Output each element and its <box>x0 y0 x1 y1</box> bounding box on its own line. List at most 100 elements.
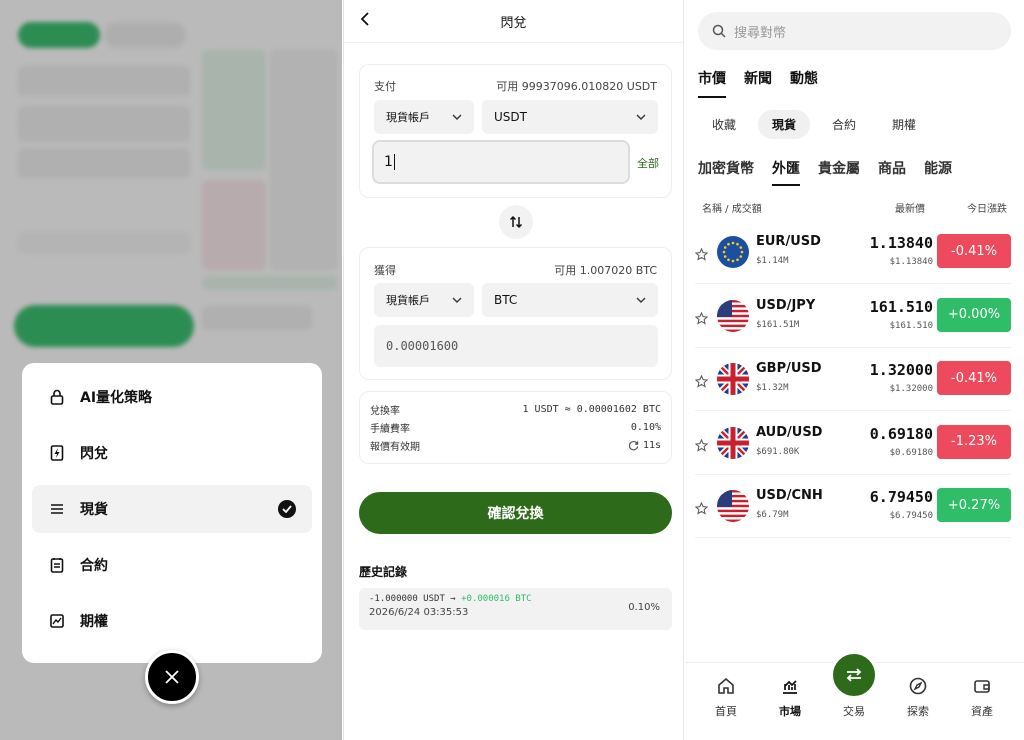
receive-account-value: 現貨帳戶 <box>386 294 430 307</box>
nav-label: 探索 <box>907 705 929 718</box>
pay-card: 支付 可用 99937096.010820 USDT 現貨帳戶 USDT 1 全… <box>359 64 672 198</box>
history-item[interactable]: -1.000000 USDT → +0.000016 BTC 2026/6/24… <box>359 588 672 630</box>
menu-item-label: 閃兌 <box>80 446 108 462</box>
pay-account-value: 現貨帳戶 <box>386 111 430 124</box>
swap-horizontal-icon <box>846 668 862 682</box>
pay-currency-value: USDT <box>494 110 527 124</box>
list-icon <box>48 500 66 518</box>
chevron-down-icon <box>452 297 462 303</box>
menu-item-spot[interactable]: 現貨 <box>32 485 312 533</box>
pay-currency-select[interactable]: USDT <box>482 100 658 134</box>
page-title: 閃兌 <box>500 15 527 31</box>
menu-item-futures[interactable]: 合約 <box>32 541 312 589</box>
trade-type-menu: AI量化策略 閃兌 現貨 合約 期權 <box>22 363 322 663</box>
menu-item-flash-swap[interactable]: 閃兌 <box>32 429 312 477</box>
receive-account-select[interactable]: 現貨帳戶 <box>374 283 474 317</box>
flag-icon <box>717 236 749 268</box>
market-row[interactable]: AUD/USD $691.80K 0.69180 $0.69180 -1.23% <box>694 413 1011 475</box>
flag-icon <box>717 299 749 332</box>
tab-spot[interactable]: 現貨 <box>758 110 811 139</box>
pair-name: USD/JPY <box>756 297 816 313</box>
clipboard-icon <box>48 556 66 574</box>
close-menu-button[interactable] <box>145 650 199 704</box>
nav-explore[interactable]: 探索 <box>893 677 943 719</box>
lock-icon <box>48 388 66 406</box>
tab-market[interactable]: 市價 <box>698 68 726 98</box>
change-badge: -0.41% <box>937 234 1011 268</box>
nav-trade[interactable]: 交易 <box>829 703 879 719</box>
star-icon[interactable] <box>694 437 709 456</box>
menu-item-ai-strategy[interactable]: AI量化策略 <box>32 373 312 421</box>
history-from: -1.000000 USDT <box>369 594 445 604</box>
tab-energy[interactable]: 能源 <box>924 158 952 186</box>
pay-amount-input[interactable]: 1 <box>372 140 630 184</box>
tab-commodities[interactable]: 商品 <box>878 158 906 186</box>
pair-volume: $1.14M <box>756 256 789 266</box>
menu-item-options[interactable]: 期權 <box>32 597 312 645</box>
last-price: 1.32000 <box>869 361 933 379</box>
nav-home[interactable]: 首頁 <box>701 677 751 719</box>
star-icon[interactable] <box>694 500 709 519</box>
trade-menu-panel: AI量化策略 閃兌 現貨 合約 期權 <box>0 0 342 740</box>
nav-label: 市場 <box>779 705 801 718</box>
last-price-usd: $1.32000 <box>889 384 933 394</box>
star-icon[interactable] <box>694 310 709 329</box>
tab-news[interactable]: 新聞 <box>744 68 772 98</box>
pair-name: GBP/USD <box>756 361 822 376</box>
pay-label: 支付 <box>374 80 396 93</box>
last-price-usd: $0.69180 <box>889 447 933 458</box>
all-button[interactable]: 全部 <box>637 155 659 171</box>
tab-favorites[interactable]: 收藏 <box>698 110 750 139</box>
confirm-swap-button[interactable]: 確認兌換 <box>359 492 672 534</box>
market-row[interactable]: USD/JPY $161.51M 161.510 $161.510 +0.00% <box>694 286 1011 348</box>
flag-icon <box>717 490 749 522</box>
search-placeholder: 搜尋對幣 <box>734 25 787 41</box>
pair-name: USD/CNH <box>756 488 823 503</box>
market-row[interactable]: GBP/USD $1.32M 1.32000 $1.32000 -0.41% <box>694 349 1011 411</box>
compass-icon <box>909 677 927 695</box>
last-price-usd: $161.510 <box>889 320 933 331</box>
receive-currency-select[interactable]: BTC <box>482 283 658 317</box>
receive-label: 獲得 <box>374 264 396 277</box>
market-row[interactable]: USD/CNH $6.79M 6.79450 $6.79450 +0.27% <box>694 476 1011 538</box>
tab-crypto[interactable]: 加密貨幣 <box>698 158 754 186</box>
history-title: 歷史記錄 <box>359 565 408 579</box>
star-icon[interactable] <box>694 373 709 392</box>
refresh-icon[interactable] <box>628 440 639 451</box>
tab-futures[interactable]: 合約 <box>818 110 870 139</box>
chevron-down-icon <box>452 114 462 120</box>
pay-account-select[interactable]: 現貨帳戶 <box>374 100 474 134</box>
wallet-icon <box>974 680 990 693</box>
flag-icon <box>717 363 749 395</box>
pair-name: AUD/USD <box>756 424 823 440</box>
tab-metals[interactable]: 貴金屬 <box>818 158 860 186</box>
tab-forex[interactable]: 外匯 <box>772 158 800 186</box>
flag-icon <box>717 426 749 459</box>
pair-name: EUR/USD <box>756 234 821 249</box>
menu-item-label: 現貨 <box>80 502 108 518</box>
nav-assets[interactable]: 資產 <box>957 677 1007 719</box>
category-tabs: 加密貨幣 外匯 貴金屬 商品 能源 <box>698 158 952 186</box>
swap-direction-button[interactable] <box>499 205 533 239</box>
trade-fab-button[interactable] <box>830 651 878 699</box>
pair-volume: $161.51M <box>756 319 800 330</box>
star-icon[interactable] <box>694 246 709 265</box>
search-input[interactable]: 搜尋對幣 <box>698 12 1011 50</box>
nav-market[interactable]: 市場 <box>765 677 815 719</box>
rate-label: 兌換率 <box>370 405 400 417</box>
nav-label: 資產 <box>971 705 993 718</box>
flash-icon <box>48 444 66 462</box>
nav-label: 首頁 <box>715 705 737 718</box>
history-arrow: → <box>450 594 456 604</box>
market-row[interactable]: EUR/USD $1.14M 1.13840 $1.13840 -0.41% <box>694 222 1011 284</box>
last-price: 6.79450 <box>869 488 933 506</box>
history-to: +0.000016 BTC <box>461 594 532 604</box>
receive-currency-value: BTC <box>494 293 518 307</box>
home-icon <box>718 677 734 694</box>
search-icon <box>712 24 726 38</box>
history-fee: 0.10% <box>628 602 660 613</box>
tab-options[interactable]: 期權 <box>878 110 930 139</box>
tab-feed[interactable]: 動態 <box>790 68 818 98</box>
fee-label: 手續費率 <box>370 423 410 435</box>
back-button[interactable] <box>360 12 370 30</box>
